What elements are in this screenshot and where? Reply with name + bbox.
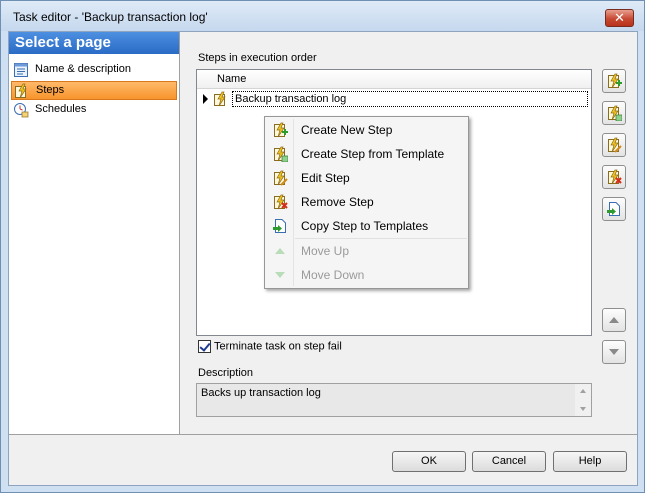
copy-to-templates-icon (607, 202, 620, 216)
terminate-on-fail-checkbox[interactable] (198, 340, 211, 353)
menu-item-remove-step[interactable]: Remove Step (267, 190, 467, 214)
grid-header: Name (197, 70, 591, 89)
menu-item-move-up[interactable]: Move Up (267, 239, 467, 263)
document-icon (14, 63, 28, 77)
clock-icon (14, 103, 29, 118)
scroll-down-icon[interactable] (580, 407, 586, 411)
steps-context-menu: Create New Step Create Step from Templat… (264, 116, 469, 289)
menu-item-label: Remove Step (301, 195, 374, 209)
menu-item-label: Create Step from Template (301, 147, 445, 161)
arrow-up-icon (275, 248, 285, 254)
move-up-button[interactable] (602, 308, 626, 332)
edit-step-button[interactable] (602, 133, 626, 157)
terminate-on-fail-label: Terminate task on step fail (214, 340, 342, 353)
edit-step-icon (274, 170, 288, 186)
task-editor-window: Task editor - 'Backup transaction log' ✕… (0, 0, 645, 493)
menu-item-label: Move Up (301, 244, 350, 258)
footer-divider (9, 434, 637, 435)
create-step-icon (274, 122, 288, 138)
description-label: Description (198, 367, 254, 379)
nav-item-label: Schedules (35, 103, 87, 115)
nav-item-label: Steps (36, 84, 65, 96)
create-new-step-button[interactable] (602, 69, 626, 93)
table-row[interactable]: Backup transaction log (197, 90, 591, 108)
menu-item-label: Copy Step to Templates (301, 219, 429, 233)
help-button[interactable]: Help (553, 451, 627, 472)
move-down-button[interactable] (602, 340, 626, 364)
page-navigation-pane: Select a page Name & description Steps S… (9, 32, 180, 434)
description-scrollbar[interactable] (575, 384, 591, 416)
menu-item-create-new-step[interactable]: Create New Step (267, 118, 467, 142)
current-row-indicator-icon (203, 94, 208, 104)
menu-item-label: Create New Step (301, 123, 393, 137)
terminate-on-fail-option[interactable]: Terminate task on step fail (198, 340, 342, 353)
nav-pane-header: Select a page (9, 32, 179, 54)
create-from-template-icon (274, 146, 288, 162)
menu-item-create-step-from-template[interactable]: Create Step from Template (267, 142, 467, 166)
close-icon: ✕ (614, 10, 625, 25)
nav-item-steps[interactable]: Steps (11, 81, 177, 100)
create-step-from-template-button[interactable] (602, 101, 626, 125)
menu-item-edit-step[interactable]: Edit Step (267, 166, 467, 190)
window-title: Task editor - 'Backup transaction log' (13, 10, 208, 24)
description-text: Backs up transaction log (201, 387, 321, 399)
nav-item-name-description[interactable]: Name & description (11, 61, 177, 80)
lightning-steps-icon (15, 83, 27, 99)
column-header-name[interactable]: Name (217, 73, 246, 85)
step-icon (214, 91, 226, 107)
title-bar[interactable]: Task editor - 'Backup transaction log' ✕ (1, 1, 644, 31)
remove-step-button[interactable] (602, 165, 626, 189)
remove-step-icon (274, 194, 288, 210)
create-from-template-icon (608, 105, 622, 121)
scroll-up-icon[interactable] (580, 389, 586, 393)
remove-step-icon (608, 169, 622, 185)
menu-item-copy-step-to-templates[interactable]: Copy Step to Templates (267, 214, 467, 238)
menu-item-move-down[interactable]: Move Down (267, 263, 467, 287)
close-button[interactable]: ✕ (605, 9, 634, 27)
edit-step-icon (608, 137, 622, 153)
arrow-down-icon (609, 349, 619, 355)
arrow-down-icon (275, 272, 285, 278)
nav-item-schedules[interactable]: Schedules (11, 101, 177, 120)
copy-step-to-templates-button[interactable] (602, 197, 626, 221)
nav-item-label: Name & description (35, 63, 131, 75)
menu-item-label: Edit Step (301, 171, 350, 185)
menu-item-label: Move Down (301, 268, 365, 282)
copy-to-templates-icon (273, 219, 286, 233)
step-name-cell[interactable]: Backup transaction log (232, 91, 588, 107)
create-step-icon (608, 73, 622, 89)
steps-section-label: Steps in execution order (198, 52, 317, 64)
arrow-up-icon (609, 317, 619, 323)
description-field[interactable]: Backs up transaction log (196, 383, 592, 417)
cancel-button[interactable]: Cancel (472, 451, 546, 472)
ok-button[interactable]: OK (392, 451, 466, 472)
